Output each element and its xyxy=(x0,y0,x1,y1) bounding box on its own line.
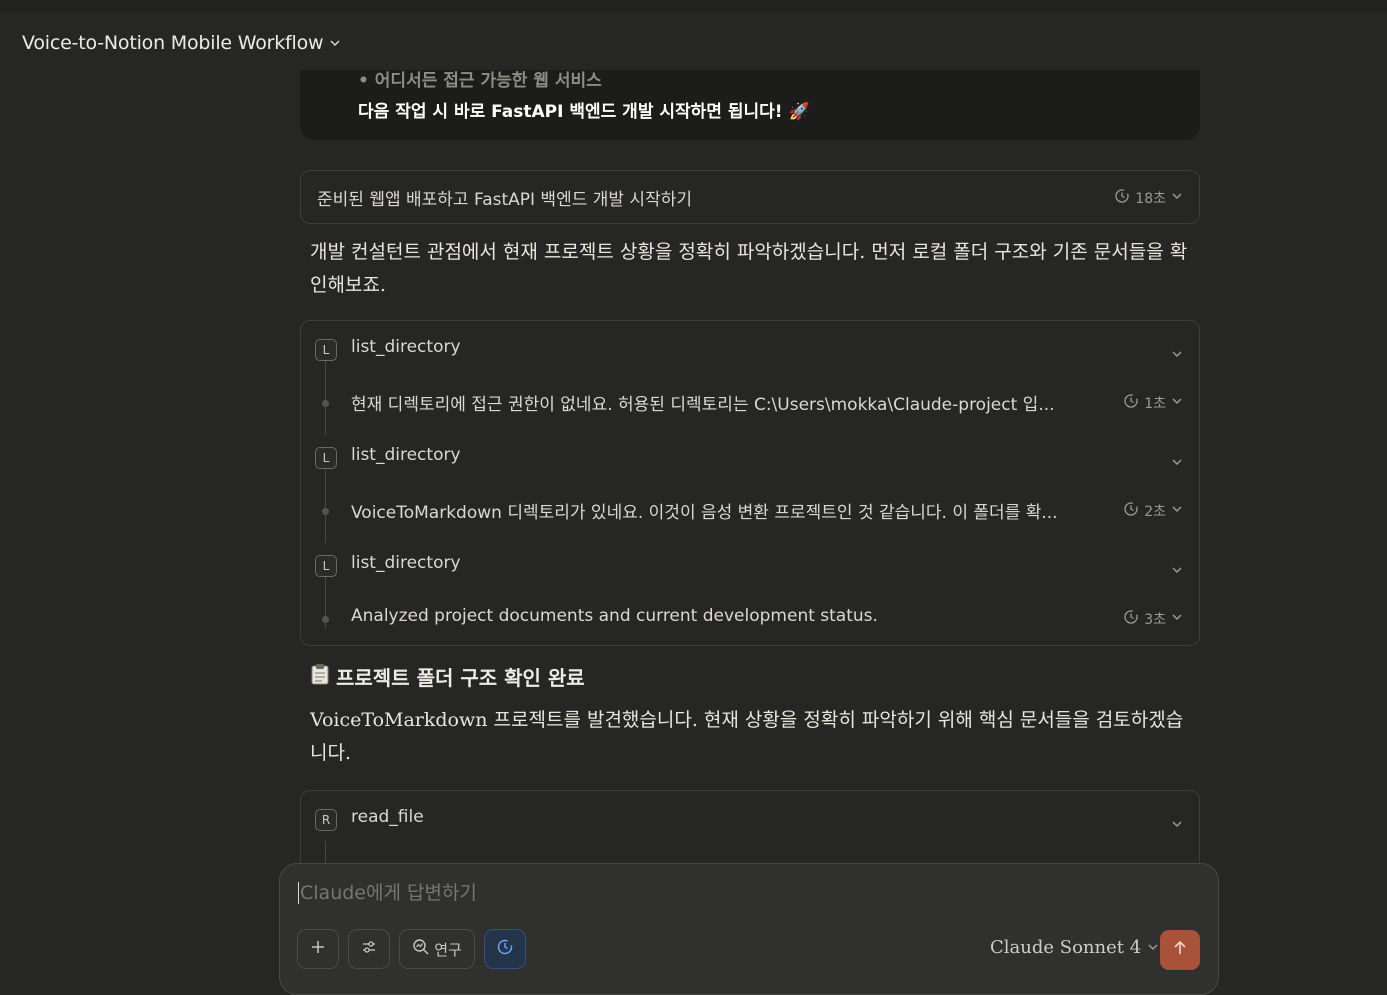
tool-summary-text: 현재 디렉토리에 접근 권한이 없네요. 허용된 디렉토리는 C:\Users\… xyxy=(351,395,1055,415)
chevron-down-icon xyxy=(1171,395,1183,411)
tool-call-row[interactable]: R read_file xyxy=(301,801,1199,841)
chevron-down-icon xyxy=(1171,503,1183,519)
clock-icon xyxy=(1123,393,1139,413)
model-selector[interactable]: Claude Sonnet 4 xyxy=(990,937,1159,958)
clipboard-icon xyxy=(310,663,330,690)
assistant-paragraph: 개발 컨설턴트 관점에서 현재 프로젝트 상황을 정확히 파악하겠습니다. 먼저… xyxy=(310,241,1188,296)
chevron-down-icon xyxy=(1171,453,1183,472)
assistant-paragraph: VoiceToMarkdown 프로젝트를 발견했습니다. 현재 상황을 정확히… xyxy=(310,709,1184,764)
elapsed-time: 3초 xyxy=(1144,612,1166,628)
tool-summary-row[interactable]: Analyzed project documents and current d… xyxy=(301,601,1199,641)
elapsed-time: 18초 xyxy=(1135,191,1166,207)
clock-icon xyxy=(1123,609,1139,629)
chevron-down-icon xyxy=(1171,561,1183,580)
clock-icon xyxy=(1123,501,1139,521)
timeline-dot xyxy=(322,508,329,515)
sliders-icon xyxy=(361,939,377,959)
send-button[interactable] xyxy=(1160,930,1200,970)
chevron-down-icon xyxy=(1171,815,1183,834)
elapsed-time: 1초 xyxy=(1144,396,1166,412)
research-label: 연구 xyxy=(434,940,462,959)
clock-icon xyxy=(496,938,514,960)
user-message-text: 준비된 웹앱 배포하고 FastAPI 백엔드 개발 시작하기 xyxy=(317,190,692,210)
plus-icon xyxy=(310,939,326,959)
message-composer: 연구 Claude Sonnet 4 xyxy=(279,863,1219,995)
chevron-down-icon xyxy=(1171,345,1183,364)
chat-header: Voice-to-Notion Mobile Workflow xyxy=(0,12,1387,70)
tool-name: list_directory xyxy=(351,553,461,573)
chevron-down-icon xyxy=(1171,611,1183,627)
model-name: Claude Sonnet 4 xyxy=(990,937,1142,958)
chevron-down-icon xyxy=(1147,937,1159,958)
tool-meta[interactable]: 1초 xyxy=(1123,393,1183,413)
timeline-dot xyxy=(322,400,329,407)
tool-badge: L xyxy=(315,555,337,577)
chat-title-button[interactable]: Voice-to-Notion Mobile Workflow xyxy=(22,32,341,54)
arrow-up-icon xyxy=(1171,939,1189,961)
chat-title: Voice-to-Notion Mobile Workflow xyxy=(22,32,324,54)
tool-summary-row[interactable]: 현재 디렉토리에 접근 권한이 없네요. 허용된 디렉토리는 C:\Users\… xyxy=(301,385,1199,425)
tool-name: list_directory xyxy=(351,337,461,357)
user-message-meta[interactable]: 18초 xyxy=(1114,188,1183,208)
tool-call-group: L list_directory 현재 디렉토리에 접근 권한이 없네요. 허용… xyxy=(300,320,1200,646)
chevron-down-icon xyxy=(1171,190,1183,206)
extended-thinking-toggle[interactable] xyxy=(484,929,526,969)
tool-name: read_file xyxy=(351,807,424,827)
tool-summary-text: Analyzed project documents and current d… xyxy=(351,606,878,626)
message-input[interactable] xyxy=(298,882,980,904)
tool-badge: L xyxy=(315,447,337,469)
tool-badge: R xyxy=(315,809,337,831)
add-button[interactable] xyxy=(297,929,339,969)
tool-call-row[interactable]: L list_directory xyxy=(301,331,1199,371)
clock-icon xyxy=(1114,188,1130,208)
tools-button[interactable] xyxy=(348,929,390,969)
tool-call-row[interactable]: L list_directory xyxy=(301,439,1199,479)
section-heading-text: 프로젝트 폴더 구조 확인 완료 xyxy=(336,666,585,690)
research-icon xyxy=(412,938,430,960)
timeline-dot xyxy=(322,616,329,623)
tool-meta[interactable]: 3초 xyxy=(1123,609,1183,629)
previous-card-line-2: 다음 작업 시 바로 FastAPI 백엔드 개발 시작하면 됩니다! 🚀 xyxy=(358,102,810,122)
section-heading: 프로젝트 폴더 구조 확인 완료 xyxy=(310,662,585,691)
tool-badge: L xyxy=(315,339,337,361)
user-message[interactable]: 준비된 웹앱 배포하고 FastAPI 백엔드 개발 시작하기 18초 xyxy=(300,170,1200,224)
tool-call-row[interactable]: L list_directory xyxy=(301,547,1199,587)
elapsed-time: 2초 xyxy=(1144,504,1166,520)
tool-summary-row[interactable]: VoiceToMarkdown 디렉토리가 있네요. 이것이 음성 변환 프로젝… xyxy=(301,493,1199,533)
tool-meta[interactable]: 2초 xyxy=(1123,501,1183,521)
tool-summary-text: VoiceToMarkdown 디렉토리가 있네요. 이것이 음성 변환 프로젝… xyxy=(351,503,1058,523)
chevron-down-icon xyxy=(329,37,341,49)
tool-name: list_directory xyxy=(351,445,461,465)
research-button[interactable]: 연구 xyxy=(399,929,475,969)
